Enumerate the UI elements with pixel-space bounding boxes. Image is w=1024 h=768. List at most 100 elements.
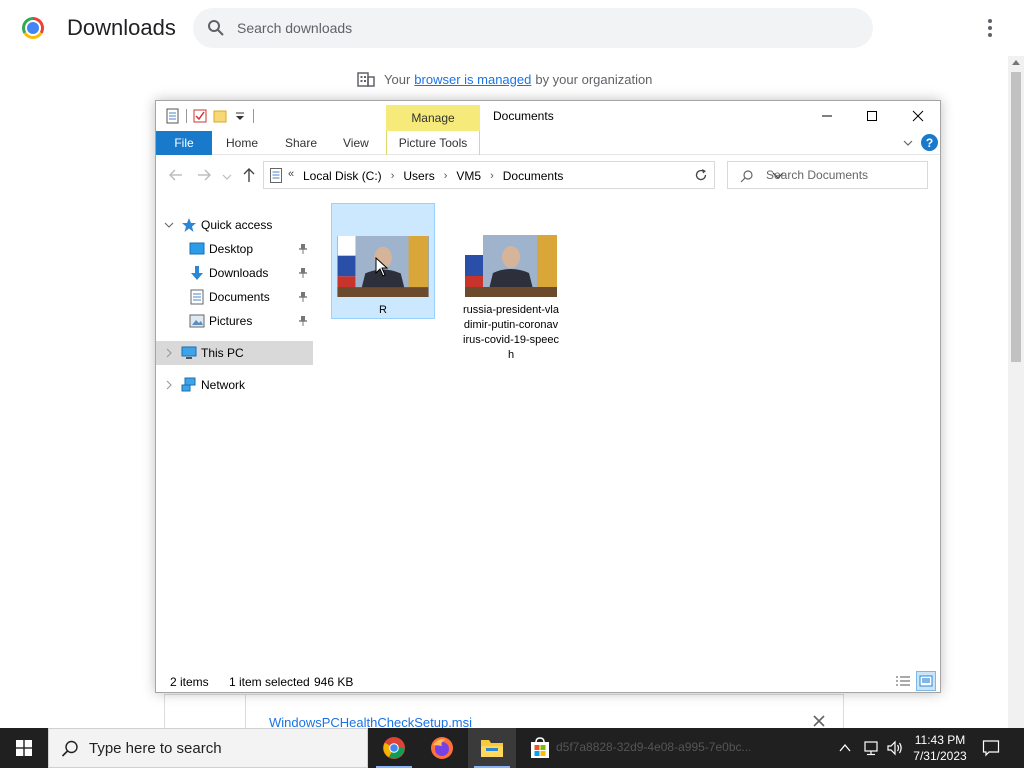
taskbar-file-explorer[interactable] <box>468 728 516 768</box>
taskbar-firefox[interactable] <box>418 728 466 768</box>
remove-download-icon[interactable] <box>812 714 826 728</box>
pin-icon[interactable] <box>298 315 308 327</box>
new-folder-icon[interactable] <box>213 108 227 124</box>
pin-icon[interactable] <box>298 291 308 303</box>
nav-item-this-pc[interactable]: This PC <box>156 341 313 365</box>
search-documents-box[interactable] <box>727 161 928 189</box>
tab-view[interactable]: View <box>343 131 369 155</box>
firefox-icon <box>431 737 453 759</box>
breadcrumb-documents[interactable]: Documents <box>503 169 564 183</box>
nav-item-downloads[interactable]: Downloads <box>156 261 313 285</box>
managed-prefix: Your <box>384 71 411 87</box>
maximize-icon <box>867 111 877 121</box>
explorer-titlebar[interactable]: Manage Documents <box>156 101 940 131</box>
file-name: russia-president-vladimir-putin-coronavi… <box>463 304 559 361</box>
file-list: R russia-president-vladimir-putin-corona… <box>326 201 926 661</box>
properties-icon[interactable] <box>166 108 180 124</box>
nav-item-quick-access[interactable]: Quick access <box>156 213 313 237</box>
star-icon <box>182 218 196 232</box>
checkbox-icon[interactable] <box>193 108 207 124</box>
managed-link[interactable]: browser is managed <box>414 72 531 87</box>
tab-home[interactable]: Home <box>226 131 258 155</box>
show-hidden-icons-icon[interactable] <box>838 741 852 755</box>
pin-icon[interactable] <box>298 243 308 255</box>
system-clock[interactable]: 11:43 PM 7/31/2023 <box>912 732 968 764</box>
scrollbar-thumb[interactable] <box>1011 72 1021 362</box>
start-button[interactable] <box>0 728 48 768</box>
nav-item-pictures[interactable]: Pictures <box>156 309 313 333</box>
up-arrow-icon[interactable] <box>241 167 257 183</box>
tab-picture-tools[interactable]: Picture Tools <box>386 131 480 155</box>
tab-file[interactable]: File <box>156 131 212 155</box>
taskbar-search-input[interactable] <box>89 729 359 767</box>
chevron-down-icon[interactable] <box>164 220 174 230</box>
breadcrumb-separator-icon[interactable]: › <box>490 170 494 182</box>
file-item-russia-president[interactable]: russia-president-vladimir-putin-coronavi… <box>459 203 563 363</box>
document-icon <box>190 289 204 305</box>
customize-toolbar-icon[interactable] <box>233 108 247 124</box>
close-button[interactable] <box>895 101 941 131</box>
chevron-right-icon[interactable] <box>164 380 174 390</box>
mouse-cursor-icon <box>375 257 389 277</box>
status-item-count: 2 items <box>170 675 209 689</box>
folder-icon <box>481 740 503 757</box>
breadcrumb-local-disk[interactable]: Local Disk (C:) <box>303 169 382 183</box>
large-icons-view-icon[interactable] <box>916 671 936 691</box>
breadcrumb-users[interactable]: Users <box>403 169 434 183</box>
page-scrollbar[interactable] <box>1008 56 1024 728</box>
store-icon <box>531 737 549 758</box>
search-icon <box>740 170 753 183</box>
document-icon <box>270 168 282 183</box>
volume-icon[interactable] <box>886 740 904 756</box>
taskbar-store[interactable] <box>516 728 564 768</box>
windows-logo-icon <box>16 740 32 756</box>
scroll-up-icon[interactable] <box>1012 60 1020 65</box>
help-icon[interactable]: ? <box>921 134 938 151</box>
pin-icon[interactable] <box>298 267 308 279</box>
manage-context-tab[interactable]: Manage <box>386 105 480 131</box>
chrome-icon <box>383 737 405 759</box>
desktop-icon <box>189 242 205 255</box>
chrome-logo-icon <box>22 17 44 39</box>
notifications-icon[interactable] <box>982 739 1000 757</box>
nav-label-quick-access: Quick access <box>201 218 273 232</box>
taskbar-search-box[interactable] <box>48 728 368 768</box>
nav-label-this-pc: This PC <box>201 346 244 360</box>
tab-share[interactable]: Share <box>285 131 317 155</box>
address-bar[interactable]: « Local Disk (C:) › Users › VM5 › Docume… <box>263 161 784 189</box>
forward-arrow-icon[interactable] <box>196 167 212 183</box>
details-view-icon[interactable] <box>894 672 912 690</box>
chevron-right-icon[interactable] <box>164 348 174 358</box>
network-icon[interactable] <box>862 740 880 756</box>
search-documents-input[interactable] <box>766 162 921 188</box>
large-icons-glyph-icon <box>919 675 933 687</box>
minimize-button[interactable] <box>804 101 850 131</box>
taskbar: d5f7a8828-32d9-4e08-a995-7e0bc... <box>0 728 1024 768</box>
nav-item-documents[interactable]: Documents <box>156 285 313 309</box>
breadcrumb-overflow[interactable]: « <box>288 168 294 180</box>
nav-label-desktop: Desktop <box>209 242 254 256</box>
refresh-icon <box>695 169 707 181</box>
navigation-bar: « Local Disk (C:) › Users › VM5 › Docume… <box>156 155 940 195</box>
chevron-down-icon[interactable] <box>902 137 914 149</box>
recent-locations-icon[interactable] <box>222 169 232 185</box>
nav-item-network[interactable]: Network <box>156 373 313 397</box>
nav-item-desktop[interactable]: Desktop <box>156 237 313 261</box>
back-arrow-icon[interactable] <box>168 167 184 183</box>
pictures-icon <box>189 314 205 328</box>
breadcrumb-separator-icon[interactable]: › <box>444 170 448 182</box>
status-selection: 1 item selected <box>229 675 310 689</box>
downloads-search-input[interactable] <box>237 8 837 48</box>
breadcrumb-vm5[interactable]: VM5 <box>456 169 481 183</box>
more-options-icon[interactable] <box>980 16 1000 40</box>
downloads-search-box[interactable] <box>193 8 873 48</box>
taskbar-background-text: d5f7a8828-32d9-4e08-a995-7e0bc... <box>556 740 752 754</box>
taskbar-chrome[interactable] <box>370 728 418 768</box>
file-explorer-window: Manage Documents File Home Share View Pi… <box>155 100 941 693</box>
clock-date: 7/31/2023 <box>913 749 967 763</box>
download-arrow-icon <box>191 266 203 280</box>
refresh-button[interactable] <box>688 161 715 189</box>
breadcrumb-separator-icon[interactable]: › <box>391 170 395 182</box>
nav-label-pictures: Pictures <box>209 314 253 328</box>
maximize-button[interactable] <box>849 101 895 131</box>
